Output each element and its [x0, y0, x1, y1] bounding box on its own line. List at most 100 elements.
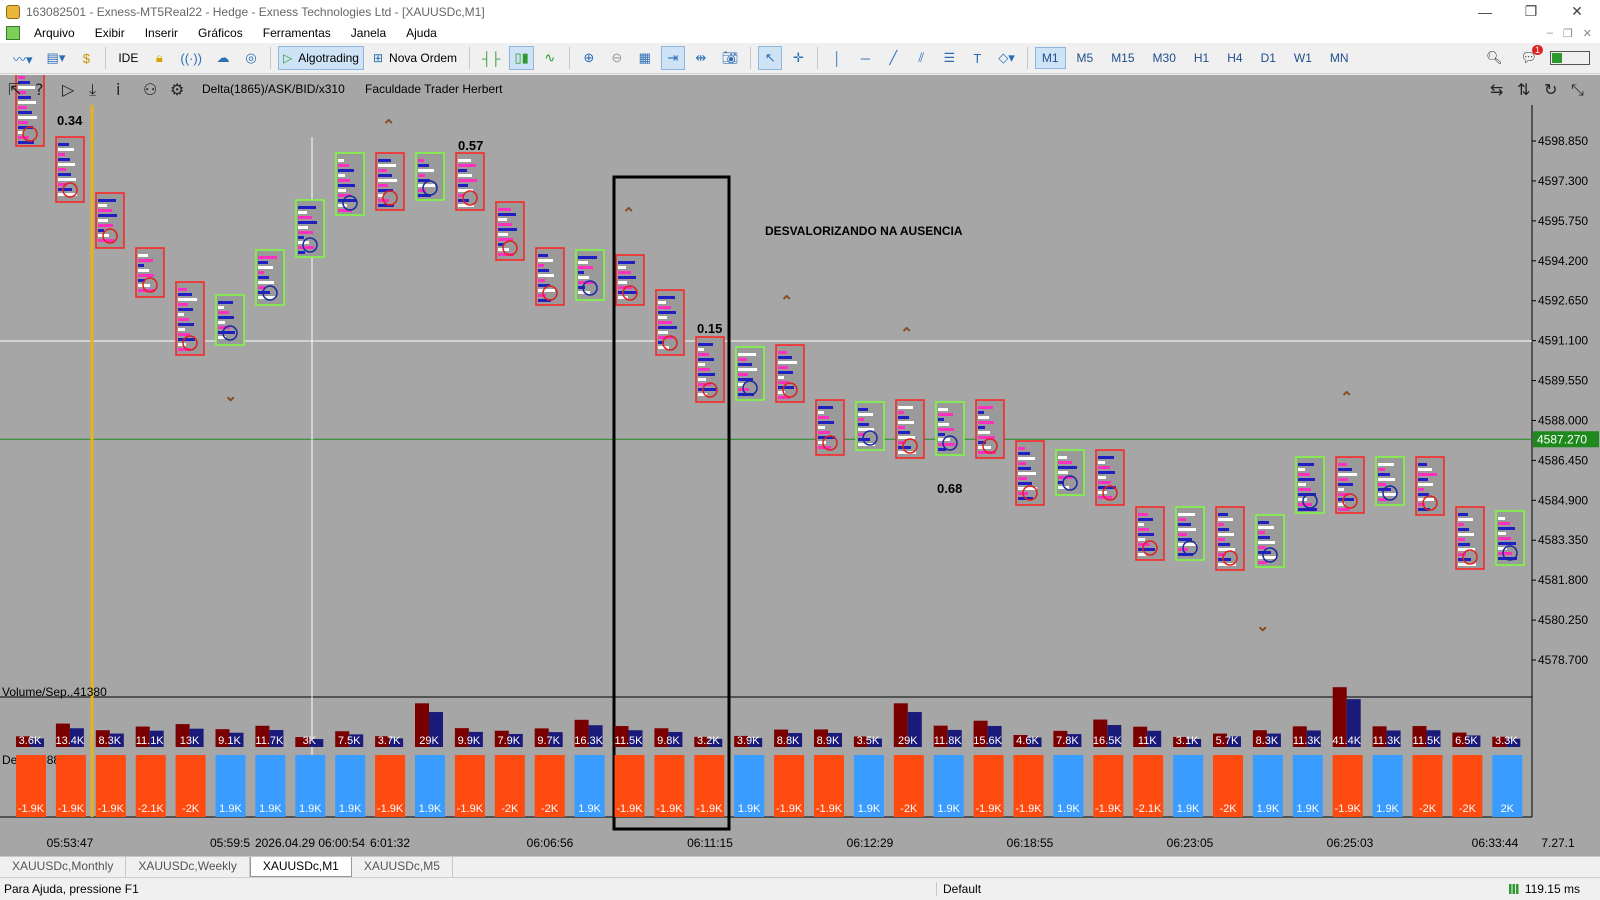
play-icon[interactable]: ▷: [62, 80, 75, 99]
tab-xauusdc-m1[interactable]: XAUUSDc,M1: [249, 857, 352, 877]
connection-status[interactable]: 119.15 ms: [1508, 882, 1600, 896]
algotrading-button[interactable]: ▷ Algotrading: [278, 46, 364, 70]
footprint-row: [1378, 493, 1396, 496]
mdi-close-button[interactable]: ✕: [1583, 27, 1592, 40]
cursor-anchor-icon[interactable]: ⇱: [8, 80, 21, 99]
mdi-icon[interactable]: [6, 26, 20, 40]
text-icon[interactable]: T: [965, 46, 989, 70]
footprint-row: [58, 148, 74, 151]
vps-icon[interactable]: ◎: [239, 46, 263, 70]
dollar-icon[interactable]: $: [74, 46, 98, 70]
timeframe-d1[interactable]: D1: [1254, 47, 1283, 69]
swap-icon[interactable]: ⇆: [1490, 80, 1503, 99]
autoscroll-icon[interactable]: ⇥: [660, 46, 685, 70]
tab-xauusdc-monthly[interactable]: XAUUSDc,Monthly: [0, 857, 127, 877]
bar-chart-icon[interactable]: ┤├: [477, 46, 505, 70]
footprint-row: [538, 254, 548, 257]
footprint-row: [498, 233, 508, 236]
close-button[interactable]: ✕: [1554, 3, 1600, 20]
download-icon[interactable]: ⤓: [89, 80, 96, 99]
fibonacci-icon[interactable]: ☰: [937, 46, 961, 70]
footprint-row: [378, 164, 396, 167]
shapes-icon[interactable]: ◇▾: [993, 46, 1020, 70]
footprint-row: [818, 406, 833, 409]
footprint-row: [1218, 538, 1225, 541]
menu-ferramentas[interactable]: Ferramentas: [253, 26, 341, 40]
profile-name[interactable]: Default: [936, 882, 1476, 896]
channel-icon[interactable]: ⫽: [909, 46, 933, 70]
ide-button[interactable]: IDE: [113, 46, 143, 70]
info-icon[interactable]: i: [116, 80, 120, 99]
timeframe-m15[interactable]: M15: [1104, 47, 1141, 69]
price-tick-label: 4594.200: [1538, 254, 1588, 268]
menu-janela[interactable]: Janela: [341, 26, 396, 40]
crosshair-icon[interactable]: ✛: [786, 46, 810, 70]
footprint-row: [1498, 537, 1511, 540]
search-icon[interactable]: 🔍︎: [1481, 46, 1508, 70]
menu-inserir[interactable]: Inserir: [135, 26, 188, 40]
tab-xauusdc-weekly[interactable]: XAUUSDc,Weekly: [126, 857, 250, 877]
zoom-out-icon[interactable]: ⊖: [605, 46, 629, 70]
footprint-row: [138, 284, 150, 287]
screenshot-icon[interactable]: 📷︎: [717, 46, 744, 70]
cursor-icon[interactable]: ↖: [758, 46, 783, 70]
minimize-button[interactable]: —: [1462, 4, 1508, 20]
chart-annotation: DESVALORIZANDO NA AUSENCIA: [765, 224, 963, 238]
volume-label: 3K: [303, 735, 317, 747]
menu-ajuda[interactable]: Ajuda: [396, 26, 447, 40]
menu-graficos[interactable]: Gráficos: [188, 26, 253, 40]
new-order-button[interactable]: ⊞ Nova Ordem: [368, 46, 462, 70]
volume-label: 11K: [1138, 735, 1157, 747]
timeframe-m5[interactable]: M5: [1070, 47, 1101, 69]
footprint-row: [178, 293, 192, 296]
cloud-icon[interactable]: ☁: [211, 46, 235, 70]
settings-icon[interactable]: ⚙: [170, 80, 184, 99]
timeframe-h1[interactable]: H1: [1187, 47, 1216, 69]
timeframe-m1[interactable]: M1: [1034, 47, 1066, 69]
delta-label: -1.9K: [975, 803, 1002, 815]
horizontal-line-icon[interactable]: ─: [853, 46, 877, 70]
footprint-row: [1178, 513, 1195, 516]
chart-canvas[interactable]: Delta(1865)/ASK/BID/x310 Faculdade Trader…: [0, 75, 1600, 856]
footprint-row: [458, 179, 477, 182]
timeframe-mn[interactable]: MN: [1323, 47, 1356, 69]
maximize-button[interactable]: ❐: [1508, 3, 1554, 20]
line-chart-icon[interactable]: 〰▾: [8, 46, 38, 70]
grid-icon[interactable]: ▦: [633, 46, 657, 70]
line-icon[interactable]: ∿: [538, 46, 562, 70]
delta-label: -1.9K: [58, 803, 85, 815]
timeframe-w1[interactable]: W1: [1287, 47, 1319, 69]
tab-xauusdc-m5[interactable]: XAUUSDc,M5: [352, 857, 453, 877]
footprint-row: [1138, 538, 1145, 541]
timeframe-h4[interactable]: H4: [1220, 47, 1249, 69]
candlestick-icon[interactable]: ▯▮: [509, 46, 534, 70]
footprint-row: [578, 261, 588, 264]
main-toolbar: 〰▾ ▤▾ $ IDE 🔒︎ ((·)) ☁ ◎ ▷ Algotrading ⊞ N…: [0, 43, 1600, 74]
zoom-in-icon[interactable]: ⊕: [577, 46, 601, 70]
footprint-row: [1138, 518, 1153, 521]
lock-icon[interactable]: 🔒︎: [147, 46, 171, 70]
time-tick-label: 06:23:05: [1167, 836, 1214, 850]
resize-icon[interactable]: ⤡: [1571, 80, 1584, 99]
notifications-icon[interactable]: 💬︎ 1: [1515, 45, 1543, 70]
menu-bar: Arquivo Exibir Inserir Gráficos Ferramen…: [0, 23, 1600, 43]
mdi-restore-button[interactable]: ❐: [1563, 27, 1573, 40]
help-icon[interactable]: ?: [35, 80, 44, 99]
footprint-row: [258, 261, 268, 264]
refresh-icon[interactable]: ↻: [1544, 80, 1557, 99]
sort-icon[interactable]: ⇅: [1517, 80, 1530, 99]
footprint-row: [1178, 523, 1191, 526]
chart-template-icon[interactable]: ▤▾: [42, 46, 71, 70]
indicator-icon[interactable]: ⚇: [143, 80, 157, 99]
chart-shift-icon[interactable]: ⇹: [689, 46, 713, 70]
menu-arquivo[interactable]: Arquivo: [24, 26, 85, 40]
mdi-minimize-button[interactable]: –: [1547, 27, 1553, 40]
menu-exibir[interactable]: Exibir: [85, 26, 135, 40]
timeframe-m30[interactable]: M30: [1146, 47, 1183, 69]
chart-area[interactable]: Delta(1865)/ASK/BID/x310 Faculdade Trader…: [0, 75, 1600, 856]
signals-icon[interactable]: ((·)): [175, 46, 207, 70]
vertical-line-icon[interactable]: │: [825, 46, 849, 70]
footprint-row: [178, 338, 195, 341]
trendline-icon[interactable]: ╱: [881, 46, 905, 70]
footprint-row: [778, 376, 784, 379]
